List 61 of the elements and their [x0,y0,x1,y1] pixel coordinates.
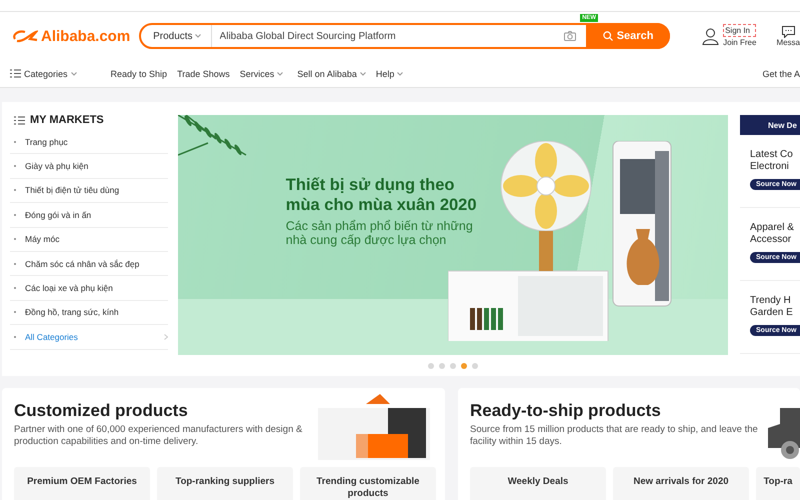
deal-title: Apparel & [750,222,795,234]
category-tile[interactable]: Trending customizable products [300,467,436,500]
category-link[interactable]: All Categories [10,325,168,350]
sign-in-link[interactable]: Sign In [723,24,756,37]
card-title: Ready-to-ship products [470,401,662,421]
card-description: Partner with one of 60,000 experienced manufacturers with design & production capabilities and on-time delivery. [14,424,304,448]
nav-link[interactable]: Help [376,68,404,78]
card-description: Source from 15 million products that are ready to ship, and leave the facility within 15 days. [470,424,759,448]
card-title: Customized products [14,401,189,421]
category-tile[interactable]: New arrivals for 2020 [613,467,749,500]
carousel-dot[interactable] [472,363,478,369]
carousel-dot[interactable] [460,363,467,369]
banner-subline: Các sản phẩm phổ biến từ những nhà cung cấp được lựa chọn [286,219,474,247]
deal-title: Accessor [750,234,792,246]
deal-title: Electroni [750,161,790,173]
category-link[interactable]: Đóng gói và in ấn [10,203,168,228]
nav-link[interactable]: Categories [10,68,77,78]
category-tile[interactable]: Premium OEM Factories [14,467,150,500]
nav-link[interactable]: Trade Shows [177,68,230,78]
deal-title: Latest Co [750,149,794,161]
markets-title: MY MARKETS [10,110,168,130]
nav-link[interactable]: Get the A [762,68,800,78]
category-tile[interactable]: Top-ra [756,467,800,500]
banner-headline: Thiết bị sử dụng theo mùa cho mùa xuân 2020 [286,175,478,215]
camera-icon[interactable] [564,31,576,41]
chevron-down-icon [194,34,201,38]
category-link[interactable]: Giày và phụ kiện [10,154,168,179]
truck-drawing [768,408,800,460]
category-link[interactable]: Đồng hồ, trang sức, kính [10,300,168,326]
category-link[interactable]: Các loại xe và phụ kiện [10,276,168,301]
carousel-dot[interactable] [428,363,434,369]
search-bar[interactable]: Products Alibaba Global Direct Sourcing Platform Search [139,23,670,49]
category-link[interactable]: Chăm sóc cá nhân và sắc đẹp [10,252,168,276]
nav-link[interactable]: Sell on Alibaba [297,68,366,78]
menu-icon [10,69,21,78]
deals-header: New De [740,115,800,135]
logo-icon [12,29,38,43]
deal-title: Garden E [750,307,794,319]
carousel-dot[interactable] [450,363,456,369]
menu-icon [14,116,25,124]
chevron-down-icon [397,72,404,76]
chevron-down-icon [277,72,284,76]
nav-link[interactable]: Ready to Ship [110,68,168,78]
category-link[interactable]: Trang phục [10,130,168,154]
messages-label[interactable]: Messa [776,38,800,46]
user-icon[interactable] [702,28,720,44]
category-link[interactable]: Máy móc [10,228,168,252]
category-tile[interactable]: Weekly Deals [470,467,606,500]
nav-link[interactable]: Services [240,68,284,78]
promo-banner[interactable]: Thiết bị sử dụng theo mùa cho mùa xuân 2020 Các sản phẩm phổ biến từ những nhà cung cấp được lựa chọn [178,115,728,355]
join-free-link[interactable]: Join Free [723,37,756,48]
deal-title: Trendy H [750,295,792,307]
chevron-right-icon [164,334,168,340]
chevron-down-icon [360,72,366,76]
message-icon[interactable] [782,26,795,38]
leaves-drawing [178,115,248,157]
carousel-dot[interactable] [438,363,445,369]
chevron-down-icon [70,72,77,76]
category-link[interactable]: Thiết bị điện tử tiêu dùng [10,178,168,204]
search-icon [602,31,613,41]
category-tile[interactable]: Top-ranking suppliers [157,467,293,500]
